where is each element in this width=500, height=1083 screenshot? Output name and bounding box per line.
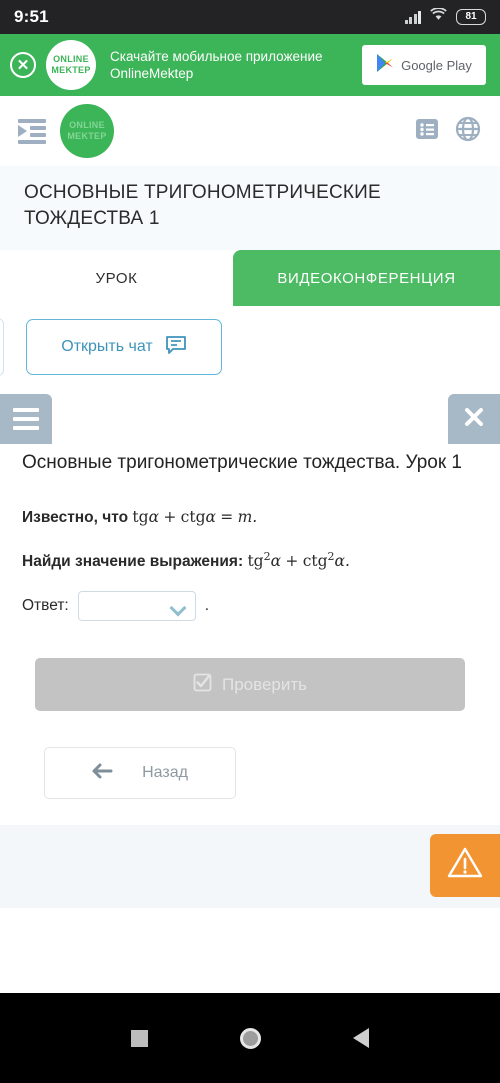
chat-row: Открыть чат <box>0 306 500 394</box>
math-alpha-1: α <box>148 508 160 526</box>
statement-given-label: Известно, что <box>22 509 129 526</box>
answer-period: . <box>204 597 210 615</box>
onlinemektep-logo-header[interactable]: ONLINE MEKTEP <box>60 104 114 158</box>
task-content: Основные тригонометрические тождества. У… <box>0 444 500 800</box>
task-statement-question: Найди значение выражения: tg2α + ctg2α. <box>22 545 478 574</box>
hamburger-menu-button[interactable] <box>0 394 52 444</box>
open-chat-button[interactable]: Открыть чат <box>26 319 222 375</box>
wifi-icon <box>430 7 447 26</box>
math-alpha-2: α <box>205 508 216 526</box>
battery-indicator: 81 <box>456 9 486 25</box>
lesson-tabs: УРОК ВИДЕОКОНФЕРЕНЦИЯ <box>0 250 500 306</box>
logo-line-2: MEKTEP <box>67 131 107 141</box>
logo-line-2: MEKTEP <box>51 65 91 75</box>
google-play-button[interactable]: Google Play <box>362 45 486 85</box>
phone-screen: 9:51 81 ✕ ONLINE MEKTEP Скачайте мобильн… <box>0 0 500 1083</box>
close-panel-button[interactable] <box>448 394 500 444</box>
status-indicators: 81 <box>404 7 486 26</box>
globe-language-icon[interactable] <box>454 115 482 148</box>
footer-bar <box>0 825 500 909</box>
report-problem-button[interactable] <box>430 834 500 898</box>
warning-triangle-icon <box>446 846 484 885</box>
math-alpha-3: α <box>270 552 282 571</box>
math-tg: tg <box>132 508 149 526</box>
open-chat-label: Открыть чат <box>61 338 153 355</box>
google-play-icon <box>376 53 394 78</box>
android-status-bar: 9:51 81 <box>0 0 500 34</box>
triangle-back-icon[interactable] <box>353 1028 369 1048</box>
back-button[interactable]: Назад <box>44 747 236 800</box>
task-statement-given: Известно, что tgα + ctgα = m. <box>22 505 478 530</box>
task-panel-bar <box>0 394 500 444</box>
app-download-banner: ✕ ONLINE MEKTEP Скачайте мобильное прило… <box>0 34 500 96</box>
math-plus-1: + <box>163 508 177 526</box>
checkbox-checked-icon <box>193 673 212 697</box>
google-play-label: Google Play <box>401 57 472 73</box>
circle-home-icon[interactable] <box>240 1027 261 1049</box>
math-tg-squared: tg <box>247 552 264 571</box>
math-alpha-4: α. <box>334 552 350 571</box>
hamburger-menu-icon <box>13 408 39 430</box>
close-icon <box>463 406 485 433</box>
page-title: ОСНОВНЫЕ ТРИГОНОМЕТРИЧЕСКИЕ ТОЖДЕСТВА 1 <box>0 166 500 250</box>
answer-row: Ответ: . <box>22 591 478 622</box>
math-plus-2: + <box>285 552 299 571</box>
banner-text: Скачайте мобильное приложение OnlineMekt… <box>110 49 323 81</box>
android-nav-bar <box>0 993 500 1083</box>
math-exponent-1: 2 <box>263 550 271 563</box>
arrow-left-icon <box>92 763 114 784</box>
math-equals: = <box>220 508 234 526</box>
math-ctg: ctg <box>180 508 206 526</box>
tab-lesson[interactable]: УРОК <box>0 250 233 306</box>
check-answer-button[interactable]: Проверить <box>35 658 465 712</box>
math-ctg-squared: ctg <box>302 552 328 571</box>
tab-videoconference[interactable]: ВИДЕОКОНФЕРЕНЦИЯ <box>233 250 500 306</box>
logo-line-1: ONLINE <box>69 120 105 130</box>
math-exponent-2: 2 <box>327 550 335 563</box>
square-recents-icon[interactable] <box>131 1029 148 1047</box>
chat-bubble-icon <box>165 335 187 360</box>
logo-line-1: ONLINE <box>53 54 89 64</box>
task-title: Основные тригонометрические тождества. У… <box>22 452 462 473</box>
math-m: m. <box>237 508 258 526</box>
check-answer-label: Проверить <box>221 674 308 694</box>
list-view-icon[interactable] <box>414 116 440 147</box>
close-circle-icon[interactable]: ✕ <box>10 52 36 78</box>
indent-menu-icon[interactable] <box>18 119 46 144</box>
app-header: ONLINE MEKTEP <box>0 96 500 166</box>
statement-question-label: Найди значение выражения: <box>22 553 244 571</box>
status-time: 9:51 <box>14 7 49 26</box>
offscreen-panel-edge <box>0 318 4 376</box>
answer-dropdown[interactable] <box>77 591 196 622</box>
answer-label: Ответ: <box>22 597 69 615</box>
onlinemektep-logo-banner: ONLINE MEKTEP <box>46 40 96 90</box>
back-button-label: Назад <box>142 764 188 782</box>
cellular-signal-icon <box>404 10 421 24</box>
